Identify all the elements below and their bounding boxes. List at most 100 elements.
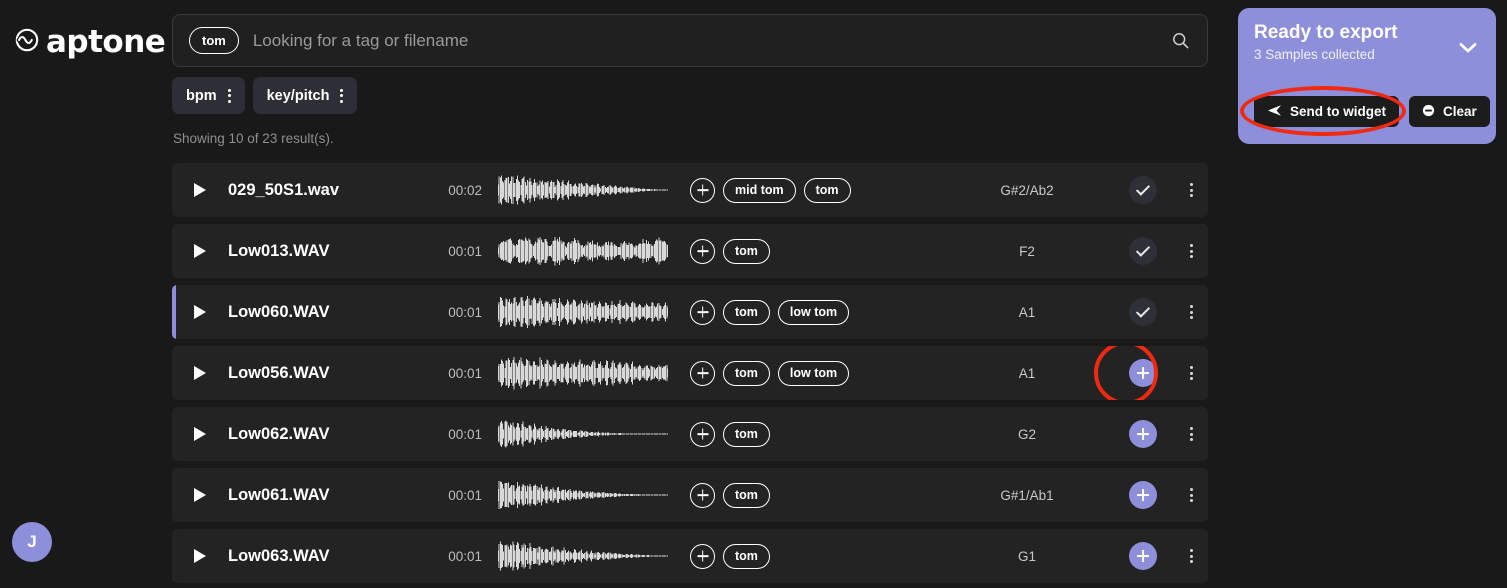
waveform-preview[interactable] <box>498 170 678 210</box>
row-overflow-menu[interactable] <box>1174 366 1208 380</box>
add-tag-button[interactable] <box>690 421 715 447</box>
add-to-export-button[interactable] <box>1129 359 1157 387</box>
row-overflow-menu[interactable] <box>1174 183 1208 197</box>
kebab-menu-icon <box>1189 366 1193 380</box>
play-button[interactable] <box>172 305 228 319</box>
search-tag-chip[interactable]: tom <box>189 27 239 54</box>
add-tag-button[interactable] <box>690 482 715 508</box>
play-button[interactable] <box>172 427 228 441</box>
tag-chip[interactable]: tom <box>803 177 851 203</box>
play-icon <box>194 244 206 258</box>
search-bar[interactable]: tom <box>172 14 1208 67</box>
sample-key: G#1/Ab1 <box>1000 487 1054 503</box>
table-row[interactable]: 029_50S1.wav 00:02 mid tom tom G#2/Ab2 <box>172 163 1208 217</box>
sample-filename: Low063.WAV <box>228 546 330 565</box>
filter-chip-bpm[interactable]: bpm <box>172 77 245 114</box>
chevron-down-icon[interactable] <box>1458 41 1478 59</box>
table-row[interactable]: Low061.WAV 00:01 tom G#1/Ab1 <box>172 468 1208 522</box>
add-to-export-button[interactable] <box>1129 542 1157 570</box>
check-icon <box>1135 242 1151 257</box>
tag-chip[interactable]: low tom <box>777 360 850 386</box>
tag-list: tom <box>678 543 942 569</box>
kebab-menu-icon[interactable] <box>340 88 344 103</box>
check-icon <box>1135 181 1151 196</box>
row-action-cell <box>1112 542 1174 570</box>
kebab-menu-icon <box>1189 427 1193 441</box>
table-row[interactable]: Low063.WAV 00:01 tom G1 <box>172 529 1208 583</box>
kebab-menu-icon <box>1189 305 1193 319</box>
row-overflow-menu[interactable] <box>1174 244 1208 258</box>
row-overflow-menu[interactable] <box>1174 488 1208 502</box>
waveform-preview[interactable] <box>498 292 678 332</box>
filter-chip-key-pitch[interactable]: key/pitch <box>252 77 358 114</box>
add-tag-button[interactable] <box>690 299 715 325</box>
tag-chip[interactable]: tom <box>723 299 770 325</box>
result-list[interactable]: 029_50S1.wav 00:02 mid tom tom G#2/Ab2 Lo… <box>172 163 1208 588</box>
tag-chip[interactable]: low tom <box>777 299 850 325</box>
table-row[interactable]: Low013.WAV 00:01 tom F2 <box>172 224 1208 278</box>
add-tag-button[interactable] <box>690 543 715 569</box>
kebab-menu-icon[interactable] <box>227 88 231 103</box>
waveform-preview[interactable] <box>498 475 678 515</box>
kebab-menu-icon <box>1189 549 1193 563</box>
search-input[interactable] <box>252 30 1167 51</box>
results-summary: Showing 10 of 23 result(s). <box>173 131 334 146</box>
row-overflow-menu[interactable] <box>1174 305 1208 319</box>
waveform-preview[interactable] <box>498 414 678 454</box>
left-rail: aptone J <box>0 0 172 588</box>
add-to-export-button[interactable] <box>1129 420 1157 448</box>
brand-name: aptone <box>46 23 166 60</box>
play-button[interactable] <box>172 549 228 563</box>
waveform-preview[interactable] <box>498 231 678 271</box>
app-logo[interactable]: aptone <box>14 23 166 60</box>
add-to-export-button[interactable] <box>1129 481 1157 509</box>
waveform-preview[interactable] <box>498 536 678 576</box>
avatar[interactable]: J <box>12 522 52 562</box>
waveform-preview[interactable] <box>498 353 678 393</box>
kebab-menu-icon <box>1189 183 1193 197</box>
play-icon <box>194 488 206 502</box>
sample-key: G1 <box>1017 548 1036 564</box>
tag-chip[interactable]: tom <box>723 360 770 386</box>
filter-chip-group: bpm key/pitch <box>172 77 358 114</box>
add-tag-button[interactable] <box>690 238 715 264</box>
tag-list: tom low tom <box>678 360 942 386</box>
row-overflow-menu[interactable] <box>1174 549 1208 563</box>
table-row[interactable]: Low060.WAV 00:01 tom low tom A1 <box>172 285 1208 339</box>
send-to-widget-button[interactable]: Send to widget <box>1254 96 1399 127</box>
add-tag-button[interactable] <box>690 177 715 203</box>
sample-duration: 00:02 <box>448 182 482 198</box>
play-button[interactable] <box>172 244 228 258</box>
sample-filename: 029_50S1.wav <box>228 180 340 199</box>
wave-circle-logo-icon <box>14 27 40 58</box>
tag-chip[interactable]: tom <box>723 238 770 264</box>
remove-from-export-button[interactable] <box>1129 237 1157 265</box>
tag-list: tom <box>678 421 942 447</box>
play-button[interactable] <box>172 366 228 380</box>
row-overflow-menu[interactable] <box>1174 427 1208 441</box>
remove-from-export-button[interactable] <box>1129 176 1157 204</box>
tag-chip[interactable]: tom <box>723 421 770 447</box>
tag-list: tom low tom <box>678 299 942 325</box>
export-panel-title: Ready to export <box>1254 22 1398 43</box>
send-to-widget-label: Send to widget <box>1290 104 1386 119</box>
sample-key: G2 <box>1017 426 1036 442</box>
add-tag-button[interactable] <box>690 360 715 386</box>
clear-button[interactable]: Clear <box>1409 96 1490 127</box>
main-column: tom bpm key/pitch Showing 10 of 23 resul… <box>172 0 1208 588</box>
row-action-cell <box>1094 346 1174 400</box>
sample-duration: 00:01 <box>448 365 482 381</box>
search-icon[interactable] <box>1167 28 1193 54</box>
tag-chip[interactable]: tom <box>723 482 770 508</box>
table-row[interactable]: Low056.WAV 00:01 tom low tom A1 <box>172 346 1208 400</box>
export-actions: Send to widget Clear <box>1254 96 1490 127</box>
tag-chip[interactable]: mid tom <box>723 177 796 203</box>
app-root: aptone J tom bpm key/pitch <box>0 0 1507 588</box>
play-button[interactable] <box>172 183 228 197</box>
play-button[interactable] <box>172 488 228 502</box>
tag-list: tom <box>678 482 942 508</box>
table-row[interactable]: Low062.WAV 00:01 tom G2 <box>172 407 1208 461</box>
tag-chip[interactable]: tom <box>723 543 770 569</box>
remove-from-export-button[interactable] <box>1129 298 1157 326</box>
sample-duration: 00:01 <box>448 487 482 503</box>
